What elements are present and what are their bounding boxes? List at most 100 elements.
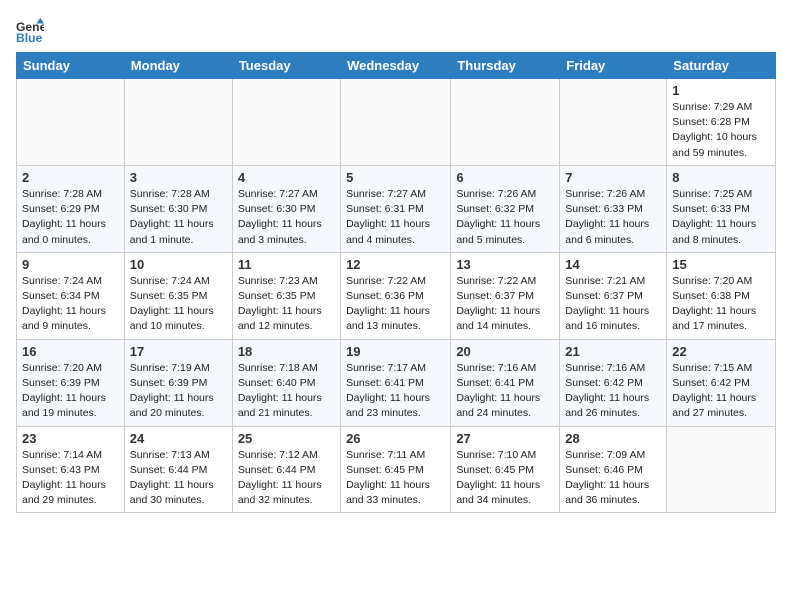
day-number: 28 <box>565 431 661 446</box>
day-number: 8 <box>672 170 770 185</box>
calendar-cell: 4 Sunrise: 7:27 AM Sunset: 6:30 PM Daylig… <box>232 165 340 252</box>
calendar-cell: 23 Sunrise: 7:14 AM Sunset: 6:43 PM Dayli… <box>17 426 125 513</box>
day-info: Sunrise: 7:23 AM Sunset: 6:35 PM Dayligh… <box>238 274 335 335</box>
day-info: Sunrise: 7:13 AM Sunset: 6:44 PM Dayligh… <box>130 448 227 509</box>
day-info: Sunrise: 7:09 AM Sunset: 6:46 PM Dayligh… <box>565 448 661 509</box>
day-number: 18 <box>238 344 335 359</box>
day-info: Sunrise: 7:12 AM Sunset: 6:44 PM Dayligh… <box>238 448 335 509</box>
calendar-cell: 7 Sunrise: 7:26 AM Sunset: 6:33 PM Daylig… <box>560 165 667 252</box>
calendar-cell <box>560 79 667 166</box>
day-number: 19 <box>346 344 445 359</box>
weekday-header-cell: Thursday <box>451 53 560 79</box>
day-info: Sunrise: 7:22 AM Sunset: 6:37 PM Dayligh… <box>456 274 554 335</box>
weekday-header-cell: Wednesday <box>341 53 451 79</box>
calendar-cell: 28 Sunrise: 7:09 AM Sunset: 6:46 PM Dayli… <box>560 426 667 513</box>
day-info: Sunrise: 7:18 AM Sunset: 6:40 PM Dayligh… <box>238 361 335 422</box>
day-number: 3 <box>130 170 227 185</box>
day-info: Sunrise: 7:17 AM Sunset: 6:41 PM Dayligh… <box>346 361 445 422</box>
calendar-cell: 17Sunrise: 7:19 AM Sunset: 6:39 PM Dayli… <box>124 339 232 426</box>
calendar-cell: 5 Sunrise: 7:27 AM Sunset: 6:31 PM Daylig… <box>341 165 451 252</box>
day-number: 22 <box>672 344 770 359</box>
weekday-header-cell: Tuesday <box>232 53 340 79</box>
calendar-cell: 20 Sunrise: 7:16 AM Sunset: 6:41 PM Dayli… <box>451 339 560 426</box>
day-number: 12 <box>346 257 445 272</box>
day-info: Sunrise: 7:26 AM Sunset: 6:33 PM Dayligh… <box>565 187 661 248</box>
day-info: Sunrise: 7:22 AM Sunset: 6:36 PM Dayligh… <box>346 274 445 335</box>
calendar-cell: 27 Sunrise: 7:10 AM Sunset: 6:45 PM Dayli… <box>451 426 560 513</box>
calendar-table: SundayMondayTuesdayWednesdayThursdayFrid… <box>16 52 776 513</box>
calendar-cell: 12 Sunrise: 7:22 AM Sunset: 6:36 PM Dayli… <box>341 252 451 339</box>
day-number: 20 <box>456 344 554 359</box>
calendar-cell: 9 Sunrise: 7:24 AM Sunset: 6:34 PM Daylig… <box>17 252 125 339</box>
calendar-cell <box>232 79 340 166</box>
weekday-header-cell: Saturday <box>667 53 776 79</box>
day-info: Sunrise: 7:16 AM Sunset: 6:42 PM Dayligh… <box>565 361 661 422</box>
calendar-cell: 2Sunrise: 7:28 AM Sunset: 6:29 PM Daylig… <box>17 165 125 252</box>
weekday-header-cell: Monday <box>124 53 232 79</box>
day-info: Sunrise: 7:10 AM Sunset: 6:45 PM Dayligh… <box>456 448 554 509</box>
day-info: Sunrise: 7:11 AM Sunset: 6:45 PM Dayligh… <box>346 448 445 509</box>
day-number: 14 <box>565 257 661 272</box>
calendar-cell: 8 Sunrise: 7:25 AM Sunset: 6:33 PM Daylig… <box>667 165 776 252</box>
calendar-cell <box>667 426 776 513</box>
day-number: 26 <box>346 431 445 446</box>
day-number: 24 <box>130 431 227 446</box>
day-info: Sunrise: 7:15 AM Sunset: 6:42 PM Dayligh… <box>672 361 770 422</box>
day-number: 5 <box>346 170 445 185</box>
calendar-cell: 26 Sunrise: 7:11 AM Sunset: 6:45 PM Dayli… <box>341 426 451 513</box>
svg-text:Blue: Blue <box>16 31 43 44</box>
day-number: 7 <box>565 170 661 185</box>
day-info: Sunrise: 7:14 AM Sunset: 6:43 PM Dayligh… <box>22 448 119 509</box>
calendar-cell: 3 Sunrise: 7:28 AM Sunset: 6:30 PM Daylig… <box>124 165 232 252</box>
calendar-cell <box>341 79 451 166</box>
day-number: 10 <box>130 257 227 272</box>
day-number: 9 <box>22 257 119 272</box>
calendar-cell: 25 Sunrise: 7:12 AM Sunset: 6:44 PM Dayli… <box>232 426 340 513</box>
day-number: 25 <box>238 431 335 446</box>
calendar-cell: 11 Sunrise: 7:23 AM Sunset: 6:35 PM Dayli… <box>232 252 340 339</box>
day-info: Sunrise: 7:24 AM Sunset: 6:35 PM Dayligh… <box>130 274 227 335</box>
day-number: 27 <box>456 431 554 446</box>
calendar-cell: 16Sunrise: 7:20 AM Sunset: 6:39 PM Dayli… <box>17 339 125 426</box>
day-number: 6 <box>456 170 554 185</box>
calendar-body: 1 Sunrise: 7:29 AM Sunset: 6:28 PM Daylig… <box>17 79 776 513</box>
day-info: Sunrise: 7:28 AM Sunset: 6:29 PM Dayligh… <box>22 187 119 248</box>
calendar-cell: 6 Sunrise: 7:26 AM Sunset: 6:32 PM Daylig… <box>451 165 560 252</box>
day-info: Sunrise: 7:20 AM Sunset: 6:38 PM Dayligh… <box>672 274 770 335</box>
day-info: Sunrise: 7:25 AM Sunset: 6:33 PM Dayligh… <box>672 187 770 248</box>
day-info: Sunrise: 7:16 AM Sunset: 6:41 PM Dayligh… <box>456 361 554 422</box>
weekday-header-row: SundayMondayTuesdayWednesdayThursdayFrid… <box>17 53 776 79</box>
day-number: 16 <box>22 344 119 359</box>
calendar-cell: 18 Sunrise: 7:18 AM Sunset: 6:40 PM Dayli… <box>232 339 340 426</box>
calendar-cell: 10 Sunrise: 7:24 AM Sunset: 6:35 PM Dayli… <box>124 252 232 339</box>
calendar-cell: 21Sunrise: 7:16 AM Sunset: 6:42 PM Dayli… <box>560 339 667 426</box>
day-number: 13 <box>456 257 554 272</box>
calendar-cell: 19 Sunrise: 7:17 AM Sunset: 6:41 PM Dayli… <box>341 339 451 426</box>
day-number: 4 <box>238 170 335 185</box>
calendar-cell <box>124 79 232 166</box>
weekday-header-cell: Sunday <box>17 53 125 79</box>
calendar-week-row: 2Sunrise: 7:28 AM Sunset: 6:29 PM Daylig… <box>17 165 776 252</box>
calendar-week-row: 1 Sunrise: 7:29 AM Sunset: 6:28 PM Daylig… <box>17 79 776 166</box>
day-info: Sunrise: 7:26 AM Sunset: 6:32 PM Dayligh… <box>456 187 554 248</box>
logo: General Blue <box>16 16 44 44</box>
weekday-header-cell: Friday <box>560 53 667 79</box>
calendar-cell: 22 Sunrise: 7:15 AM Sunset: 6:42 PM Dayli… <box>667 339 776 426</box>
calendar-week-row: 16Sunrise: 7:20 AM Sunset: 6:39 PM Dayli… <box>17 339 776 426</box>
day-number: 17 <box>130 344 227 359</box>
logo-icon: General Blue <box>16 16 44 44</box>
calendar-week-row: 9 Sunrise: 7:24 AM Sunset: 6:34 PM Daylig… <box>17 252 776 339</box>
calendar-cell: 24 Sunrise: 7:13 AM Sunset: 6:44 PM Dayli… <box>124 426 232 513</box>
day-info: Sunrise: 7:27 AM Sunset: 6:31 PM Dayligh… <box>346 187 445 248</box>
day-number: 23 <box>22 431 119 446</box>
day-info: Sunrise: 7:27 AM Sunset: 6:30 PM Dayligh… <box>238 187 335 248</box>
day-number: 11 <box>238 257 335 272</box>
day-number: 1 <box>672 83 770 98</box>
calendar-week-row: 23 Sunrise: 7:14 AM Sunset: 6:43 PM Dayli… <box>17 426 776 513</box>
day-info: Sunrise: 7:24 AM Sunset: 6:34 PM Dayligh… <box>22 274 119 335</box>
calendar-cell: 15 Sunrise: 7:20 AM Sunset: 6:38 PM Dayli… <box>667 252 776 339</box>
day-info: Sunrise: 7:21 AM Sunset: 6:37 PM Dayligh… <box>565 274 661 335</box>
day-info: Sunrise: 7:29 AM Sunset: 6:28 PM Dayligh… <box>672 100 770 161</box>
day-info: Sunrise: 7:28 AM Sunset: 6:30 PM Dayligh… <box>130 187 227 248</box>
day-number: 15 <box>672 257 770 272</box>
